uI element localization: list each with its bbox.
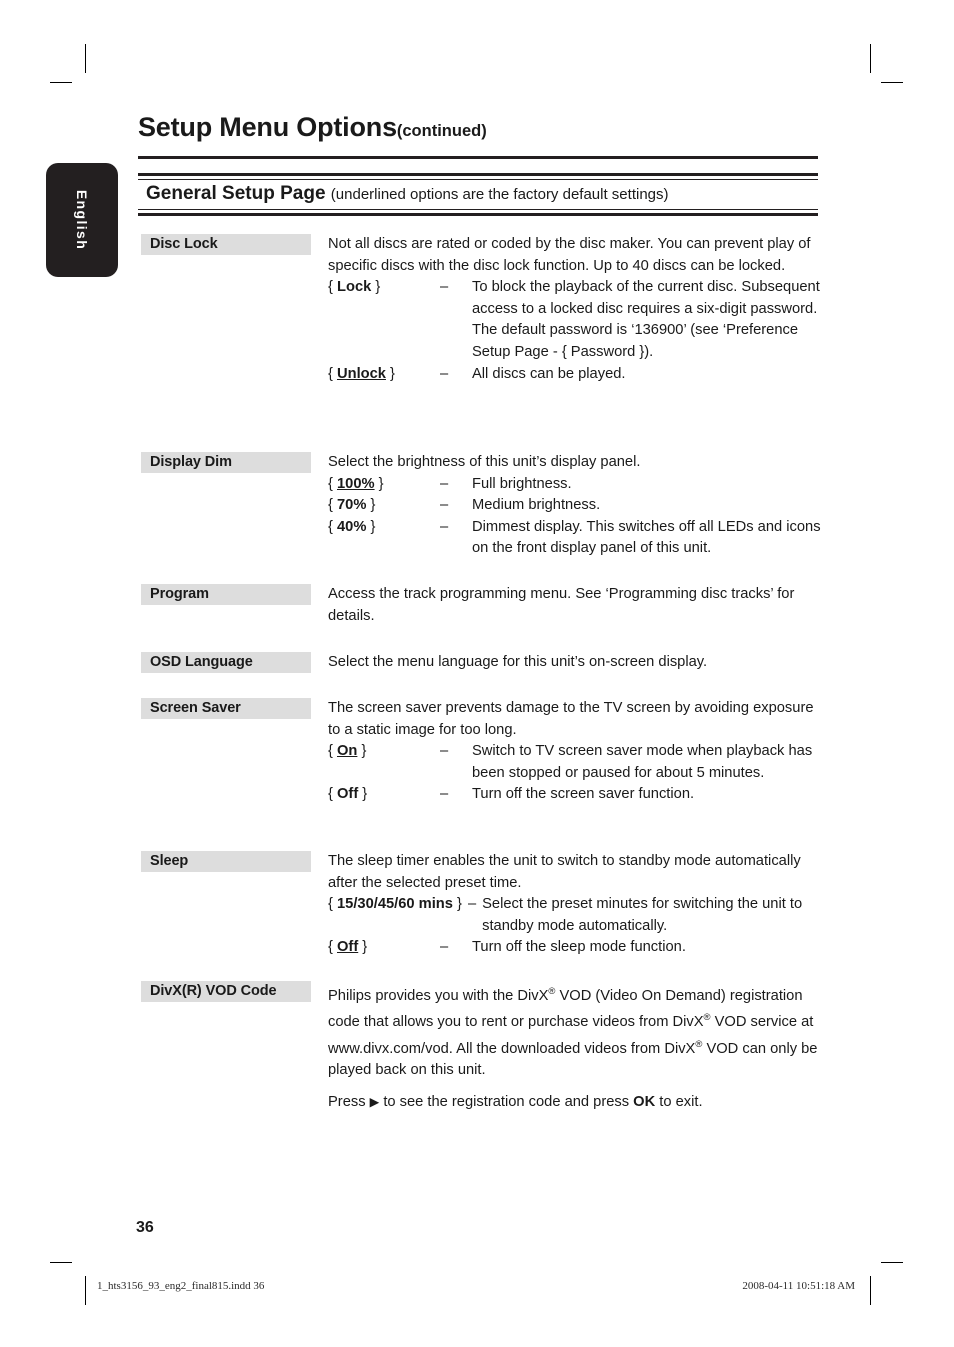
option-value: 70% — [337, 497, 367, 514]
entry-label-divx-r-vod-code: DivX(R) VOD Code — [141, 981, 311, 1002]
option-value: 40% — [337, 518, 367, 535]
option-name: { 40% } — [328, 518, 376, 535]
option-dash: – — [440, 518, 449, 535]
option-name: { Unlock } — [328, 365, 395, 382]
entry-intro: The sleep timer enables the unit to swit… — [328, 853, 801, 891]
option-row: { 70% } – Medium brightness. — [328, 495, 828, 517]
crop-mark-top-left-horizontal — [50, 82, 72, 83]
section-heading-note: (underlined options are the factory defa… — [330, 186, 669, 203]
option-dash: – — [440, 743, 449, 760]
option-default-value: 100% — [337, 475, 375, 492]
crop-mark-bottom-right-horizontal — [881, 1262, 903, 1263]
option-row: { On } – Switch to TV screen saver mode wh… — [328, 741, 828, 784]
option-default-value: Unlock — [337, 365, 386, 382]
registered-mark: ® — [548, 986, 556, 997]
option-row: { 100% } – Full brightness. — [328, 474, 828, 496]
entry-label-osd-language: OSD Language — [141, 652, 311, 673]
entry-label-screen-saver: Screen Saver — [141, 698, 311, 719]
entry-intro: Not all discs are rated or coded by the … — [328, 236, 811, 274]
entry-label-display-dim: Display Dim — [141, 452, 311, 473]
entry-intro: Select the menu language for this unit’s… — [328, 654, 708, 670]
option-description: Switch to TV screen saver mode when play… — [472, 743, 813, 781]
option-row: { Unlock } – All discs can be played. — [328, 364, 828, 386]
entry-body: The screen saver prevents damage to the … — [328, 698, 828, 806]
section-rule-bottom-thick — [138, 213, 818, 216]
option-name: { Lock } — [328, 279, 381, 296]
section-heading-text: General Setup Page — [146, 183, 326, 204]
option-name: { Off } — [328, 786, 368, 803]
section-heading: General Setup Page (underlined options a… — [146, 183, 818, 205]
option-name: { Off } — [328, 939, 368, 956]
option-row: { Off } – Turn off the sleep mode function… — [328, 937, 828, 959]
footer-file-name: 1_hts3156_93_eng2_final815.indd 36 — [97, 1280, 265, 1292]
option-value: Lock — [337, 279, 372, 296]
option-description: Medium brightness. — [472, 497, 601, 514]
entry-label-disc-lock: Disc Lock — [141, 234, 311, 255]
option-description: Select the preset minutes for switching … — [482, 896, 803, 934]
section-rule-top-thin — [138, 179, 818, 180]
option-row: { Lock } – To block the playback of the cu… — [328, 277, 828, 363]
option-dash: – — [440, 939, 449, 956]
divx-instruction: Press ▶ to see the registration code and… — [328, 1094, 703, 1111]
option-description: Dimmest display. This switches off all L… — [472, 518, 821, 557]
page-title-continued: (continued) — [396, 122, 487, 140]
option-row: { Off } – Turn off the screen saver functi… — [328, 784, 828, 806]
page-number: 36 — [136, 1219, 154, 1236]
option-dash: – — [467, 896, 477, 913]
language-tab: English — [46, 163, 118, 277]
entry-label-sleep: Sleep — [141, 851, 311, 872]
option-name: { 70% } — [328, 497, 376, 514]
entry-body: The sleep timer enables the unit to swit… — [328, 851, 828, 959]
language-tab-label: English — [74, 189, 90, 251]
option-name: { On } — [328, 743, 367, 760]
option-description: Turn off the sleep mode function. — [472, 939, 686, 956]
option-description: Turn off the screen saver function. — [472, 786, 695, 803]
option-dash: – — [440, 786, 449, 803]
crop-mark-bottom-left-horizontal — [50, 1262, 72, 1263]
title-rule — [138, 156, 818, 159]
registered-mark: ® — [695, 1038, 703, 1050]
entry-intro: The screen saver prevents damage to the … — [328, 700, 814, 738]
entry-intro: Select the brightness of this unit’s dis… — [328, 454, 641, 470]
entry-body: Not all discs are rated or coded by the … — [328, 234, 828, 385]
crop-mark-top-right-vertical — [870, 44, 871, 73]
page-title: Setup Menu Options(continued) — [138, 112, 828, 143]
play-right-arrow-icon: ▶ — [369, 1095, 380, 1110]
option-default-value: Off — [337, 939, 359, 956]
entry-intro: Access the track programming menu. See ‘… — [328, 586, 795, 624]
option-dash: – — [440, 365, 449, 382]
divx-paragraph: Philips provides you with the DivX® VOD … — [328, 986, 818, 1079]
option-row: { 40% } – Dimmest display. This switches o… — [328, 517, 828, 560]
option-value: Off — [337, 786, 359, 803]
section-rule-bottom-thin — [138, 209, 818, 210]
registered-mark: ® — [703, 1012, 711, 1024]
option-dash: – — [440, 475, 449, 492]
footer-timestamp: 2008-04-11 10:51:18 AM — [742, 1280, 855, 1292]
crop-mark-top-left-vertical — [85, 44, 86, 73]
option-name: { 15/30/45/60 mins } — [328, 896, 462, 913]
option-description: Full brightness. — [472, 475, 572, 492]
option-description: All discs can be played. — [472, 365, 626, 382]
crop-mark-top-right-horizontal — [881, 82, 903, 83]
option-default-value: On — [337, 743, 358, 760]
ok-key-label: OK — [633, 1094, 656, 1111]
option-row: { 15/30/45/60 mins } – Select the preset m… — [328, 894, 828, 937]
entry-label-program: Program — [141, 584, 311, 605]
option-value: 15/30/45/60 mins — [337, 896, 453, 913]
option-dash: – — [440, 279, 449, 296]
entry-body: Select the menu language for this unit’s… — [328, 652, 828, 674]
page-title-main: Setup Menu Options — [138, 112, 397, 142]
option-description: To block the playback of the current dis… — [472, 279, 820, 360]
entry-body: Select the brightness of this unit’s dis… — [328, 452, 828, 560]
crop-mark-bottom-right-vertical — [870, 1276, 871, 1305]
crop-mark-bottom-left-vertical — [85, 1276, 86, 1305]
option-dash: – — [440, 497, 449, 514]
option-name: { 100% } — [328, 475, 384, 492]
entry-body: Access the track programming menu. See ‘… — [328, 584, 828, 627]
section-rule-top-thick — [138, 173, 818, 176]
entry-body: Philips provides you with the DivX® VOD … — [328, 981, 828, 1114]
